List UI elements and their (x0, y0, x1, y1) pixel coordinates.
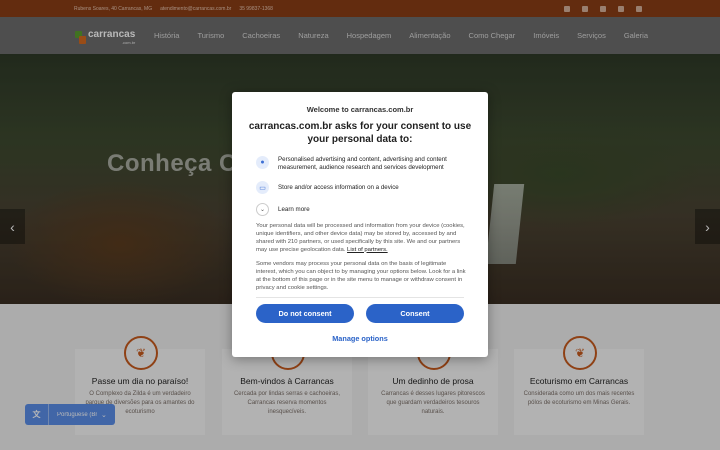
consent-paragraph-2: Some vendors may process your personal d… (256, 261, 466, 291)
purpose-text: Personalised advertising and content, ad… (278, 156, 447, 171)
partners-link[interactable]: List of partners. (347, 247, 388, 253)
chevron-down-icon: ⌄ (256, 203, 269, 216)
do-not-consent-button[interactable]: Do not consent (256, 304, 354, 323)
consent-welcome: Welcome to carrancas.com.br (306, 105, 414, 114)
learn-more-label: Learn more (278, 206, 310, 213)
divider (256, 297, 464, 298)
user-icon: ● (256, 156, 269, 169)
consent-dialog: Welcome to carrancas.com.br carrancas.co… (232, 92, 488, 357)
consent-button[interactable]: Consent (366, 304, 464, 323)
manage-options-button[interactable]: Manage options (232, 334, 488, 343)
consent-title: carrancas.com.br asks for your consent t… (248, 121, 472, 145)
purpose-item: ● Personalised advertising and content, … (256, 156, 468, 172)
device-icon: ▭ (256, 181, 269, 194)
learn-more-toggle[interactable]: ⌄ Learn more (256, 203, 310, 216)
purpose-text: Store and/or access information on a dev… (278, 184, 399, 191)
modal-overlay: Welcome to carrancas.com.br carrancas.co… (0, 0, 720, 450)
purpose-item: ▭ Store and/or access information on a d… (256, 181, 468, 194)
consent-paragraph-1: Your personal data will be processed and… (256, 223, 466, 255)
